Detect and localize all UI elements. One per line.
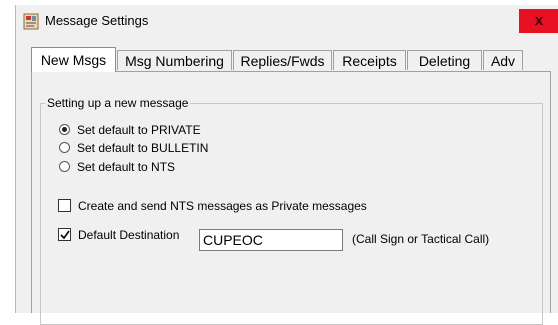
call-sign-hint: (Call Sign or Tactical Call) bbox=[352, 232, 490, 246]
tab-label: Replies/Fwds bbox=[240, 53, 325, 69]
default-destination-input[interactable]: CUPEOC bbox=[199, 229, 343, 251]
groupbox-label: Setting up a new message bbox=[45, 96, 191, 110]
radio-button[interactable] bbox=[59, 161, 70, 172]
tab-panel-new-msgs: Setting up a new message bbox=[31, 71, 551, 325]
default-destination-label: Default Destination bbox=[78, 228, 180, 242]
tab-label: Receipts bbox=[342, 53, 397, 69]
radio-button[interactable] bbox=[59, 124, 70, 135]
radio-private-label: Set default to PRIVATE bbox=[77, 123, 201, 137]
tab-deleting[interactable]: Deleting bbox=[407, 50, 482, 70]
checkmark-icon bbox=[60, 230, 70, 240]
radio-bulletin-label: Set default to BULLETIN bbox=[77, 141, 209, 155]
tab-label: New Msgs bbox=[40, 52, 107, 68]
checkbox[interactable] bbox=[58, 199, 71, 212]
title-bar[interactable]: Message Settings x bbox=[16, 5, 558, 38]
tab-bar: New Msgs Msg Numbering Replies/Fwds Rece… bbox=[31, 47, 551, 72]
radio-nts-label: Set default to NTS bbox=[77, 160, 176, 174]
tab-adv[interactable]: Adv bbox=[483, 50, 523, 70]
tab-label: Adv bbox=[490, 53, 516, 69]
tab-msg-numbering[interactable]: Msg Numbering bbox=[117, 50, 232, 70]
close-button[interactable]: x bbox=[519, 9, 558, 33]
nts-private-label: Create and send NTS messages as Private … bbox=[78, 199, 367, 213]
tab-label: Deleting bbox=[418, 53, 471, 69]
tab-label: Msg Numbering bbox=[125, 53, 224, 69]
message-settings-window: Message Settings x New Msgs Msg Numberin… bbox=[15, 5, 558, 325]
tab-replies-fwds[interactable]: Replies/Fwds bbox=[233, 50, 332, 70]
checkbox[interactable] bbox=[58, 228, 71, 241]
app-icon bbox=[23, 13, 39, 30]
tab-new-msgs[interactable]: New Msgs bbox=[31, 47, 116, 72]
window-title: Message Settings bbox=[45, 13, 149, 28]
radio-button[interactable] bbox=[59, 142, 70, 153]
tab-receipts[interactable]: Receipts bbox=[333, 50, 406, 70]
close-icon: x bbox=[534, 12, 544, 29]
